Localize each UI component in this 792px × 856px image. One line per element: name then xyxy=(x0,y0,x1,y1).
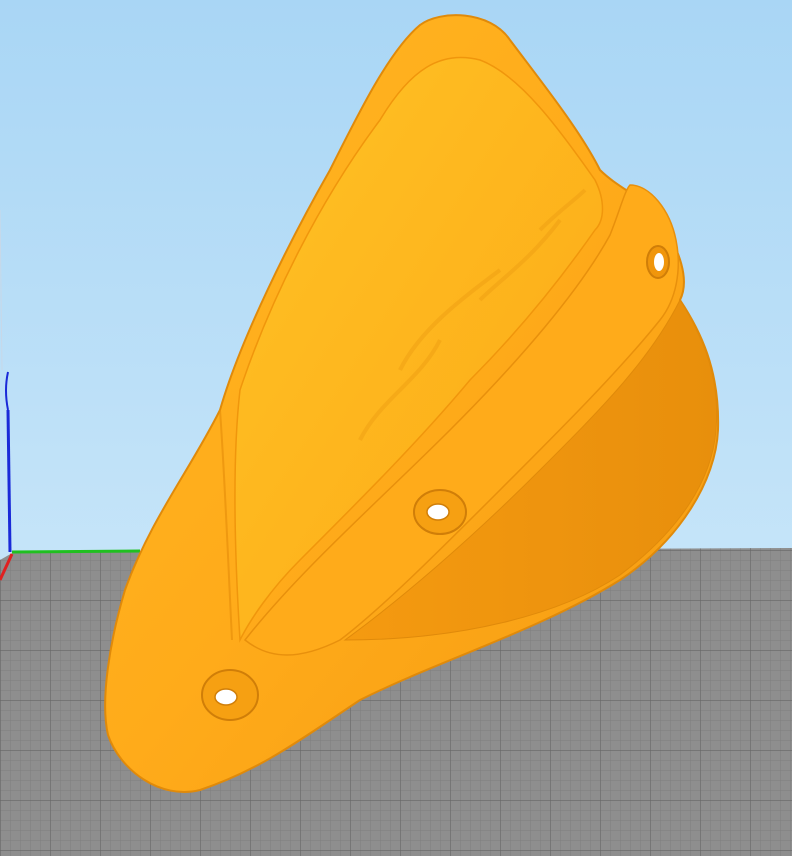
z-axis-line xyxy=(6,409,12,553)
mounting-hole-middle xyxy=(413,489,467,535)
3d-viewport[interactable] xyxy=(0,0,792,856)
mounting-hole-top xyxy=(646,245,670,279)
y-axis-line xyxy=(11,549,141,554)
scene-canvas xyxy=(0,0,792,856)
mounting-hole-bottom xyxy=(201,669,259,721)
